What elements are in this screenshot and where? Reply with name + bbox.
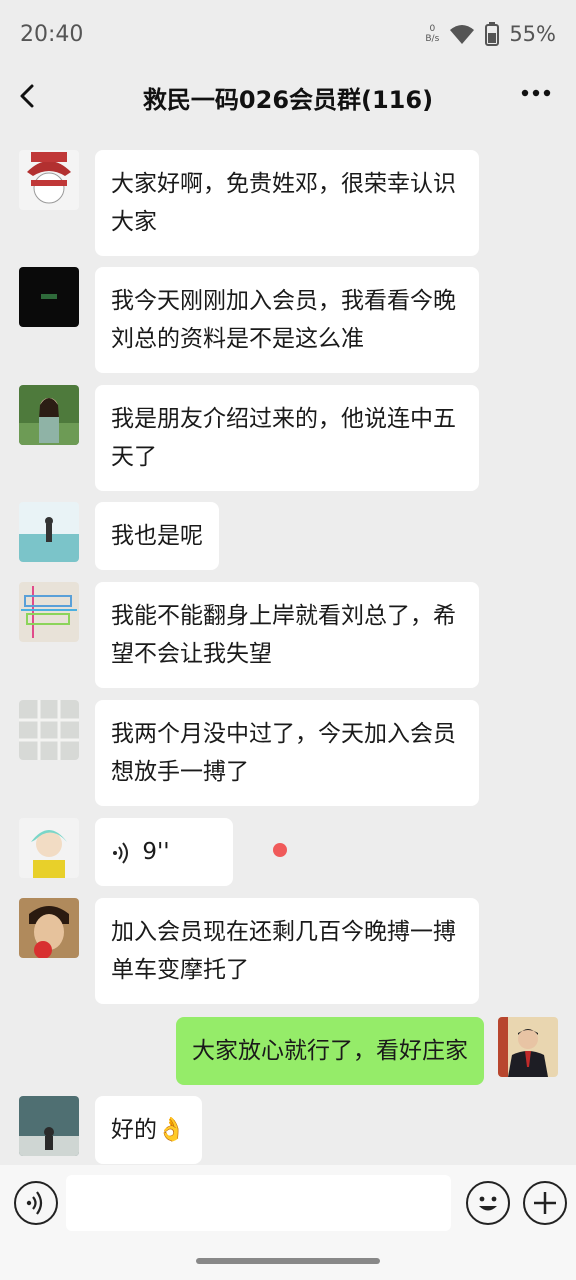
voice-icon [113, 841, 128, 864]
message-text: 我是朋友介绍过来的，他说连中五天了 [111, 406, 456, 470]
message-bubble[interactable]: 好的👌 [95, 1096, 202, 1164]
message-text: 好的👌 [111, 1117, 186, 1143]
message-bubble[interactable]: 我是朋友介绍过来的，他说连中五天了 [95, 385, 479, 491]
status-icons: 0 B/s 55% [425, 22, 556, 46]
message-text: 我也是呢 [111, 523, 203, 549]
avatar[interactable] [19, 582, 79, 642]
message-text: 加入会员现在还剩几百今晚搏一搏单车变摩托了 [111, 919, 456, 983]
voice-input-button[interactable] [14, 1181, 58, 1225]
message-bubble[interactable]: 我今天刚刚加入会员，我看看今晚刘总的资料是不是这么准 [95, 267, 479, 373]
emoji-icon [479, 1196, 497, 1211]
battery-percent: 55% [509, 22, 556, 46]
avatar[interactable] [19, 267, 79, 327]
status-bar: 20:40 0 B/s 55% [0, 0, 576, 70]
battery-icon [485, 22, 500, 46]
status-time: 20:40 [20, 22, 84, 47]
more-horizontal-icon[interactable] [516, 78, 556, 108]
input-bar [0, 1165, 576, 1243]
home-indicator-area [0, 1243, 576, 1280]
chat-header: 救民一码026会员群(116) [0, 70, 576, 130]
message-text: 大家放心就行了，看好庄家 [192, 1038, 468, 1064]
message-list[interactable]: 大家好啊，免贵姓邓，很荣幸认识大家 我今天刚刚加入会员，我看看今晚刘总的资料是不… [0, 130, 576, 1165]
avatar[interactable] [19, 385, 79, 445]
message-bubble[interactable]: 我两个月没中过了，今天加入会员想放手一搏了 [95, 700, 479, 806]
avatar[interactable] [19, 502, 79, 562]
message-bubble[interactable]: 大家好啊，免贵姓邓，很荣幸认识大家 [95, 150, 479, 256]
plus-icon [534, 1192, 556, 1214]
message-bubble[interactable]: 我能不能翻身上岸就看刘总了，希望不会让我失望 [95, 582, 479, 688]
voice-message-bubble[interactable]: 9'' [95, 818, 233, 886]
my-message-bubble[interactable]: 大家放心就行了，看好庄家 [176, 1017, 484, 1085]
avatar[interactable] [19, 898, 79, 958]
avatar[interactable] [19, 150, 79, 210]
voice-icon [26, 1191, 43, 1215]
message-text: 大家好啊，免贵姓邓，很荣幸认识大家 [111, 171, 456, 235]
emoji-button[interactable] [466, 1181, 510, 1225]
message-input[interactable] [66, 1175, 451, 1231]
unread-dot [273, 843, 287, 857]
my-avatar[interactable] [498, 1017, 558, 1077]
avatar[interactable] [19, 700, 79, 760]
network-speed: 0 B/s [425, 24, 440, 44]
plus-button[interactable] [523, 1181, 567, 1225]
message-bubble[interactable]: 我也是呢 [95, 502, 219, 570]
message-bubble[interactable]: 加入会员现在还剩几百今晚搏一搏单车变摩托了 [95, 898, 479, 1004]
chat-title: 救民一码026会员群(116) [142, 86, 434, 114]
avatar[interactable] [19, 818, 79, 878]
wifi-icon [450, 25, 475, 44]
message-text: 我今天刚刚加入会员，我看看今晚刘总的资料是不是这么准 [111, 288, 456, 352]
avatar[interactable] [19, 1096, 79, 1156]
voice-duration: 9'' [142, 839, 170, 865]
home-indicator[interactable] [196, 1258, 380, 1264]
message-text: 我两个月没中过了，今天加入会员想放手一搏了 [111, 721, 456, 785]
message-text: 我能不能翻身上岸就看刘总了，希望不会让我失望 [111, 603, 456, 667]
